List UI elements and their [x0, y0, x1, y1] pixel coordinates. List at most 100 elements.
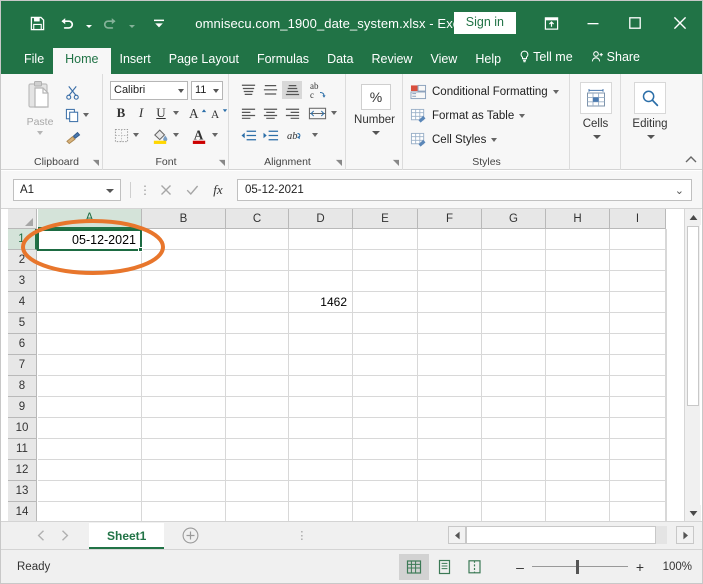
row-header-4[interactable]: 4	[8, 292, 37, 313]
cell-E4[interactable]	[353, 292, 418, 313]
cell-G8[interactable]	[482, 376, 546, 397]
row-header-3[interactable]: 3	[8, 271, 37, 292]
cell-I10[interactable]	[610, 418, 666, 439]
cell-E5[interactable]	[353, 313, 418, 334]
tab-file[interactable]: File	[15, 48, 53, 74]
cell-I11[interactable]	[610, 439, 666, 460]
cell-E2[interactable]	[353, 250, 418, 271]
page-break-preview-icon[interactable]	[459, 554, 489, 580]
cell-I4[interactable]	[610, 292, 666, 313]
cell-B13[interactable]	[142, 481, 226, 502]
cell-B12[interactable]	[142, 460, 226, 481]
cell-I8[interactable]	[610, 376, 666, 397]
cancel-edit-icon[interactable]	[153, 179, 179, 201]
add-sheet-icon[interactable]	[180, 526, 200, 546]
cell-F14[interactable]	[418, 502, 482, 521]
cell-B6[interactable]	[142, 334, 226, 355]
cell-G12[interactable]	[482, 460, 546, 481]
cell-H2[interactable]	[546, 250, 610, 271]
save-icon[interactable]	[23, 9, 51, 37]
undo-icon[interactable]	[53, 9, 81, 37]
cell-I3[interactable]	[610, 271, 666, 292]
cell-G1[interactable]	[482, 229, 546, 250]
cell-E14[interactable]	[353, 502, 418, 521]
row-header-12[interactable]: 12	[8, 460, 37, 481]
cell-F3[interactable]	[418, 271, 482, 292]
align-top-button[interactable]	[238, 81, 258, 99]
tab-data[interactable]: Data	[318, 48, 362, 74]
orientation-button[interactable]: ab c	[308, 79, 332, 101]
cell-A13[interactable]	[38, 481, 142, 502]
horizontal-scroll-track[interactable]	[466, 526, 667, 544]
align-left-button[interactable]	[238, 104, 258, 122]
number-format-dropdown-icon[interactable]	[371, 131, 380, 135]
cell-C6[interactable]	[226, 334, 289, 355]
cell-F9[interactable]	[418, 397, 482, 418]
cell-D8[interactable]	[289, 376, 353, 397]
cell-B3[interactable]	[142, 271, 226, 292]
font-color-button[interactable]: A	[189, 126, 209, 145]
cell-D12[interactable]	[289, 460, 353, 481]
cell-C13[interactable]	[226, 481, 289, 502]
cell-H7[interactable]	[546, 355, 610, 376]
fill-color-dropdown-icon[interactable]	[170, 126, 181, 144]
active-cell-a1[interactable]: 05-12-2021	[37, 229, 142, 251]
cell-H9[interactable]	[546, 397, 610, 418]
cell-H10[interactable]	[546, 418, 610, 439]
cell-H5[interactable]	[546, 313, 610, 334]
name-box-dropdown-icon[interactable]	[106, 188, 114, 193]
cell-C7[interactable]	[226, 355, 289, 376]
cell-B4[interactable]	[142, 292, 226, 313]
cell-H13[interactable]	[546, 481, 610, 502]
paste-dropdown-icon[interactable]	[37, 131, 43, 135]
column-header-g[interactable]: G	[482, 209, 546, 229]
insert-function-icon[interactable]: fx	[205, 179, 231, 201]
conditional-formatting-button[interactable]: Conditional Formatting	[410, 84, 559, 100]
page-layout-view-icon[interactable]	[429, 554, 459, 580]
cell-G7[interactable]	[482, 355, 546, 376]
cell-I6[interactable]	[610, 334, 666, 355]
cell-D6[interactable]	[289, 334, 353, 355]
cell-B10[interactable]	[142, 418, 226, 439]
cell-F13[interactable]	[418, 481, 482, 502]
cell-D3[interactable]	[289, 271, 353, 292]
format-painter-button[interactable]	[65, 128, 89, 148]
cell-G14[interactable]	[482, 502, 546, 521]
column-header-h[interactable]: H	[546, 209, 610, 229]
copy-dropdown-icon[interactable]	[83, 113, 89, 117]
cell-E13[interactable]	[353, 481, 418, 502]
cell-H8[interactable]	[546, 376, 610, 397]
cell-I14[interactable]	[610, 502, 666, 521]
ribbon-display-options-icon[interactable]	[530, 1, 572, 45]
column-header-c[interactable]: C	[226, 209, 289, 229]
row-header-2[interactable]: 2	[8, 250, 37, 271]
cell-G4[interactable]	[482, 292, 546, 313]
sheet-tab-sheet1[interactable]: Sheet1	[89, 522, 165, 549]
cell-E6[interactable]	[353, 334, 418, 355]
cell-F8[interactable]	[418, 376, 482, 397]
zoom-slider-thumb[interactable]	[576, 560, 579, 574]
tab-home[interactable]: Home	[53, 48, 111, 74]
cell-E9[interactable]	[353, 397, 418, 418]
row-header-13[interactable]: 13	[8, 481, 37, 502]
normal-view-icon[interactable]	[399, 554, 429, 580]
cell-E10[interactable]	[353, 418, 418, 439]
cell-A12[interactable]	[38, 460, 142, 481]
cell-F6[interactable]	[418, 334, 482, 355]
cell-D1[interactable]	[289, 229, 353, 250]
cell-H4[interactable]	[546, 292, 610, 313]
undo-dropdown-icon[interactable]	[83, 10, 94, 36]
cell-B5[interactable]	[142, 313, 226, 334]
cell-E1[interactable]	[353, 229, 418, 250]
cell-F1[interactable]	[418, 229, 482, 250]
row-header-6[interactable]: 6	[8, 334, 37, 355]
cell-I13[interactable]	[610, 481, 666, 502]
percent-style-button[interactable]: %	[361, 84, 391, 110]
decrease-indent-button[interactable]	[238, 126, 258, 144]
row-header-8[interactable]: 8	[8, 376, 37, 397]
cell-B2[interactable]	[142, 250, 226, 271]
cell-G13[interactable]	[482, 481, 546, 502]
cell-D14[interactable]	[289, 502, 353, 521]
fill-handle[interactable]	[138, 247, 143, 252]
borders-button[interactable]	[112, 126, 130, 144]
